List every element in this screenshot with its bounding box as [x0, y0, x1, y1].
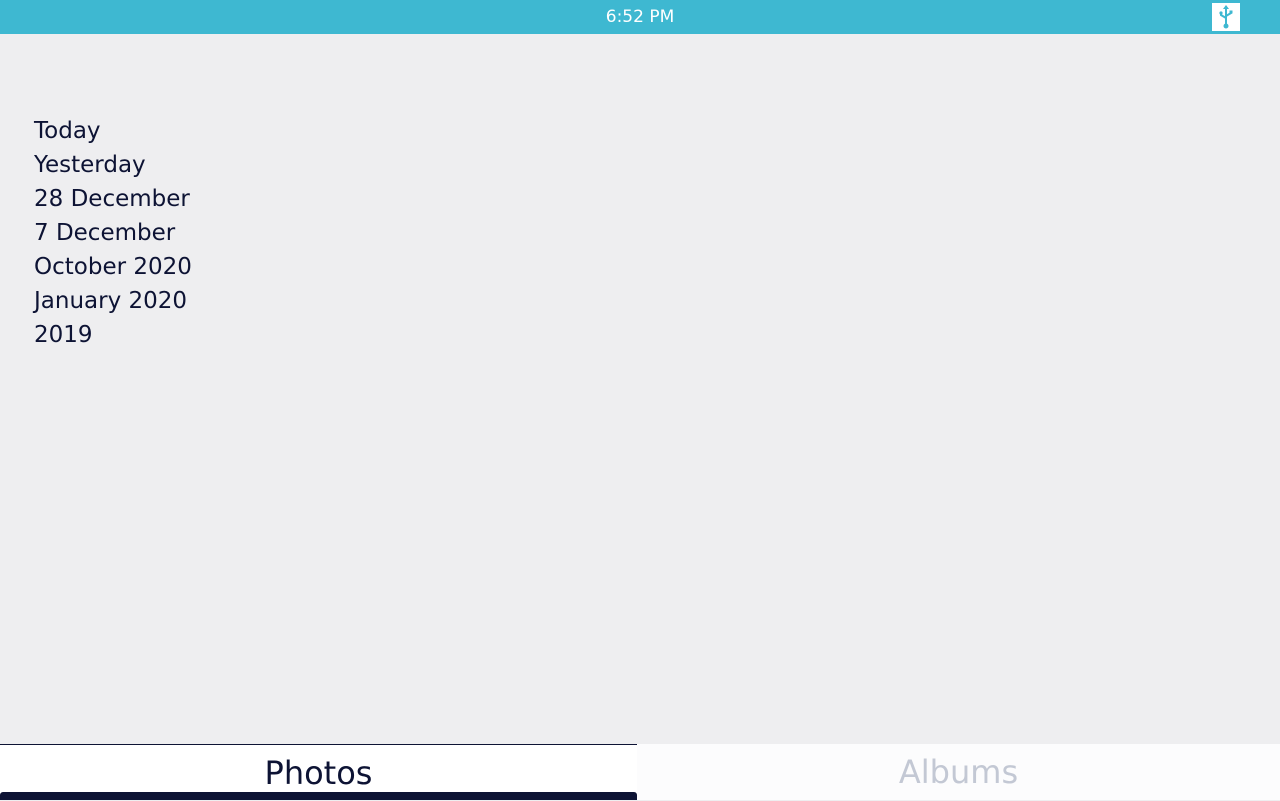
date-group-list: Today Yesterday 28 December 7 December O…	[34, 114, 192, 352]
status-bar: 6:52 PM	[0, 0, 1280, 34]
tab-bar: Photos Albums	[0, 744, 1280, 800]
date-group-january-2020[interactable]: January 2020	[34, 284, 192, 318]
tab-albums-label: Albums	[898, 753, 1019, 791]
date-group-7-december[interactable]: 7 December	[34, 216, 192, 250]
tab-photos[interactable]: Photos	[0, 744, 637, 800]
date-group-yesterday[interactable]: Yesterday	[34, 148, 192, 182]
tab-albums[interactable]: Albums	[637, 744, 1280, 800]
date-group-october-2020[interactable]: October 2020	[34, 250, 192, 284]
photos-content: Today Yesterday 28 December 7 December O…	[0, 34, 1280, 744]
date-group-today[interactable]: Today	[34, 114, 192, 148]
status-time: 6:52 PM	[605, 7, 675, 27]
usb-icon	[1212, 3, 1240, 31]
date-group-28-december[interactable]: 28 December	[34, 182, 192, 216]
tab-photos-label: Photos	[264, 754, 373, 792]
selected-tab-indicator	[0, 792, 637, 800]
date-group-2019[interactable]: 2019	[34, 318, 192, 352]
